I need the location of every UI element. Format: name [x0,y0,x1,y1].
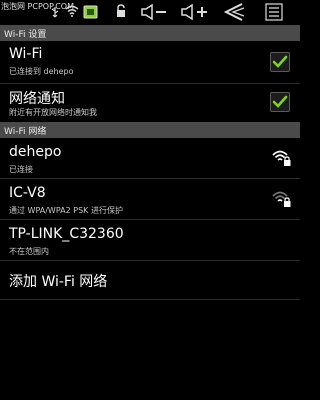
wifi-signal-icon [65,5,79,17]
network-notification-title: 网络通知 [9,91,65,107]
network-ssid: dehepo [9,144,62,160]
network-row-tp-link[interactable]: TP-LINK_C32360 不在范围内 [0,220,300,260]
usb-icon [51,7,59,18]
network-ssid: TP-LINK_C32360 [9,226,124,242]
lock-icon[interactable] [115,4,127,18]
section-title: Wi-Fi 网络 [4,127,47,137]
network-notification-subtitle: 附近有开放网络时通知我 [9,108,97,117]
checkmark-icon [272,95,288,108]
volume-up-icon[interactable] [180,3,210,21]
section-title: Wi-Fi 设置 [4,30,47,40]
wifi-checkbox[interactable] [270,52,290,72]
wifi-secured-icon [272,150,291,166]
network-notification-row[interactable]: 网络通知 附近有开放网络时通知我 [0,84,300,122]
wifi-toggle-title: Wi-Fi [9,46,43,62]
network-notification-checkbox[interactable] [270,92,290,112]
section-header-wifi-settings: Wi-Fi 设置 [0,25,300,41]
wifi-secured-weak-icon [272,191,291,207]
back-icon[interactable] [222,2,246,22]
network-ssid: IC-V8 [9,185,46,201]
network-status: 通过 WPA/WPA2 PSK 进行保护 [9,206,123,215]
divider [0,299,300,300]
section-header-wifi-networks: Wi-Fi 网络 [0,122,300,138]
menu-icon[interactable] [265,3,283,21]
network-status: 已连接 [9,165,33,174]
wifi-toggle-subtitle: 已连接到 dehepo [9,67,74,76]
add-network-row[interactable]: 添加 Wi-Fi 网络 [0,261,300,299]
volume-down-icon[interactable] [140,3,168,21]
network-status: 不在范围内 [9,247,49,256]
watermark-text: 泡泡网 PCPOP.COM [1,2,74,11]
add-network-label: 添加 Wi-Fi 网络 [9,274,108,290]
checkmark-icon [272,55,288,68]
network-row-ic-v8[interactable]: IC-V8 通过 WPA/WPA2 PSK 进行保护 [0,179,300,219]
network-row-dehepo[interactable]: dehepo 已连接 [0,138,300,178]
wifi-toggle-row[interactable]: Wi-Fi 已连接到 dehepo [0,41,300,83]
battery-icon [83,5,98,19]
status-bar: 泡泡网 PCPOP.COM [0,0,300,25]
